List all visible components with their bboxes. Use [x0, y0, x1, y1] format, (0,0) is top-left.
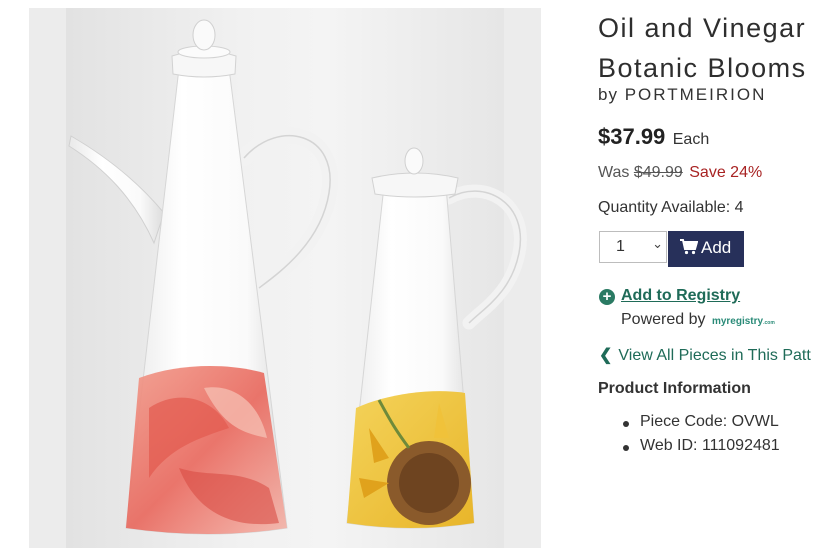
powered-by-label: Powered by: [621, 311, 706, 328]
product-image[interactable]: [29, 8, 541, 548]
was-price-block: Was $49.99 Save 24%: [598, 164, 762, 182]
product-title-line1: Oil and Vinegar: [598, 13, 807, 43]
product-title-line2: Botanic Blooms: [598, 53, 807, 83]
vinegar-cruet-handle: [442, 184, 527, 330]
save-percentage: Save 24%: [689, 164, 763, 181]
product-information-list: Piece Code: OVWL Web ID: 111092481: [620, 413, 780, 461]
cart-icon: [680, 239, 699, 260]
vinegar-cruet-finial: [404, 147, 424, 175]
brand-prefix: by: [598, 85, 618, 104]
web-id-item: Web ID: 111092481: [620, 437, 780, 461]
vinegar-cruet-lid: [371, 172, 459, 198]
product-brand: by PORTMEIRION: [598, 85, 766, 105]
chevron-down-icon: ⌄: [652, 236, 663, 251]
was-price: $49.99: [633, 164, 683, 181]
price-block: $37.99 Each: [598, 124, 709, 150]
add-to-cart-button[interactable]: Add: [668, 231, 744, 267]
quantity-select[interactable]: 1 ⌄: [599, 231, 667, 263]
product-information-heading: Product Information: [598, 380, 751, 397]
powered-by: Powered by myregistry.com: [621, 311, 775, 329]
add-to-registry-link[interactable]: Add to Registry: [621, 287, 740, 305]
plus-circle-icon: +: [599, 289, 615, 305]
oil-cruet-spout: [68, 135, 165, 245]
brand-link[interactable]: PORTMEIRION: [625, 85, 767, 104]
quantity-available: Quantity Available: 4: [598, 199, 744, 216]
current-price: $37.99: [598, 124, 666, 149]
cruet-set-illustration: [68, 19, 527, 535]
price-unit: Each: [672, 131, 710, 148]
chevron-left-icon: ❮: [599, 347, 613, 364]
view-all-pieces-link[interactable]: ❮ View All Pieces in This Patt: [599, 345, 811, 365]
oil-cruet-finial: [192, 19, 216, 51]
add-button-label: Add: [701, 238, 732, 257]
quantity-select-value: 1: [616, 238, 625, 255]
product-title: Oil and Vinegar Botanic Blooms: [598, 8, 816, 88]
piece-code-item: Piece Code: OVWL: [620, 413, 780, 437]
myregistry-logo[interactable]: myregistry.com: [712, 316, 775, 327]
was-label: Was: [598, 164, 630, 181]
view-all-label: View All Pieces in This Patt: [618, 347, 811, 364]
